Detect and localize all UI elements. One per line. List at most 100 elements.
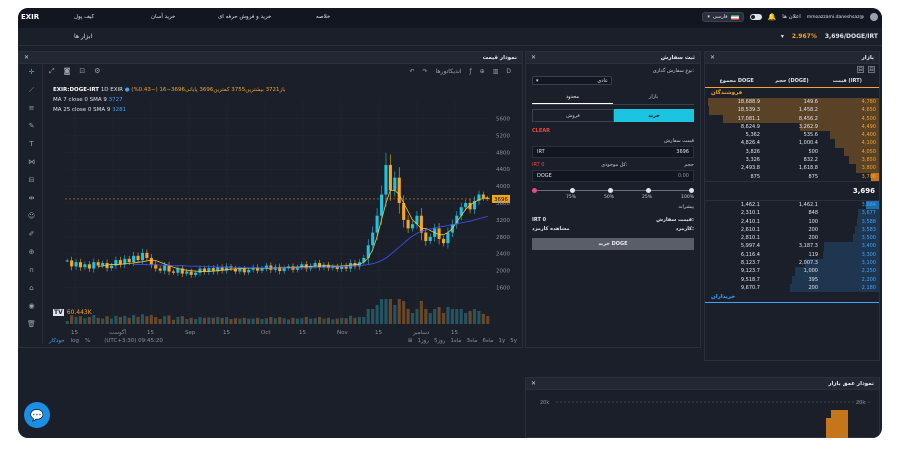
ask-row[interactable]: 18,688.9 149.6 4,780	[705, 98, 879, 107]
emoji-icon[interactable]: ☺	[27, 212, 36, 221]
bid-row[interactable]: 6,116.4 119 3,300	[705, 250, 879, 260]
volume-bar	[65, 321, 69, 324]
bid-row[interactable]: 2,810.1 200 3,500	[705, 234, 879, 243]
menu-summary[interactable]: خلاصه	[316, 14, 330, 20]
lock-icon[interactable]: ⌂	[27, 284, 36, 293]
goto-date-icon[interactable]: ⊞	[408, 338, 413, 344]
range-6m[interactable]: 6ماه	[482, 338, 493, 344]
pencil-icon[interactable]: ✐	[27, 230, 36, 239]
ask-row[interactable]: 5,362 535.6 4,400	[705, 131, 879, 140]
chat-button[interactable]: 💬	[24, 402, 50, 428]
trendline-icon[interactable]: ⟋	[27, 86, 36, 95]
slider-stop-50[interactable]	[608, 188, 613, 193]
chart-area[interactable]: ⤢ ◙ ⊡ ⚙ ↶ ↷ اندیکاتورها ƒ ⊕ ▥ D EXIR:DOG…	[45, 64, 521, 348]
scale-log[interactable]: log	[71, 338, 79, 344]
menu-wallet[interactable]: کیف پول	[74, 14, 94, 20]
close-icon[interactable]: ✕	[531, 380, 536, 387]
ask-row[interactable]: 3,326 832.2 3,850	[705, 156, 879, 165]
menu-easy-buy[interactable]: خرید آسان	[151, 14, 175, 20]
candle-body	[198, 268, 202, 273]
ticker[interactable]: ▾ 2.967% 3,696/DOGE/IRT	[781, 33, 878, 40]
tab-market[interactable]: بازار	[613, 91, 694, 104]
text-icon[interactable]: T	[27, 140, 36, 149]
ask-row[interactable]: 875 875 3,706	[705, 172, 879, 181]
range-5d[interactable]: 5روز	[434, 338, 445, 344]
ask-row[interactable]: 2,493.8 1,618.8 3,800	[705, 164, 879, 173]
bid-row[interactable]: 1,462.1 1,462.1 3,684	[705, 200, 879, 210]
volume-bar	[114, 315, 118, 324]
language-select[interactable]: ▾ فارسی	[702, 12, 744, 22]
slider-stop-100[interactable]	[689, 188, 694, 193]
close-icon[interactable]: ✕	[24, 54, 29, 61]
volume-bar	[145, 316, 149, 324]
ask-row[interactable]: 3,826 500 4,050	[705, 147, 879, 157]
bid-row[interactable]: 9,670.7 200 2,180	[705, 283, 879, 293]
tab-limit[interactable]: محدود	[532, 91, 613, 104]
measure-icon[interactable]: ⇹	[27, 194, 36, 203]
ask-vol: 8,456.2	[798, 115, 818, 122]
tools-menu[interactable]: ابزار ها	[74, 33, 92, 40]
price-chart-svg[interactable]: 3696 56005200480044004000360032002800240…	[45, 64, 521, 348]
ask-vol: 3,262.9	[798, 123, 818, 130]
fee-link[interactable]: مشاهده کارمزد	[532, 225, 570, 234]
bid-row[interactable]: 2,610.1 200 3,583	[705, 225, 879, 235]
amount-slider[interactable]: 75% 50% 25% 100%	[532, 186, 694, 202]
crosshair-icon[interactable]: ✛	[27, 68, 36, 77]
close-icon[interactable]: ✕	[710, 54, 715, 61]
range-3m[interactable]: 3ماه	[466, 338, 477, 344]
bid-row[interactable]: 2,310.1 848 3,677	[705, 209, 879, 218]
username[interactable]: mmoazzami.daneshsaz@	[807, 15, 864, 20]
ask-row[interactable]: 17,081.1 8,456.2 4,500	[705, 114, 879, 123]
candle-body	[397, 177, 401, 203]
bid-vol: 200	[808, 235, 818, 242]
scale-percent[interactable]: %	[85, 338, 90, 344]
notifications-link[interactable]: اعلان ها	[782, 14, 800, 20]
chart-panel-title: نمودار قیمت	[482, 54, 517, 61]
range-1y[interactable]: 1y	[498, 338, 505, 344]
zoom-in-icon[interactable]: ⊕	[27, 248, 36, 257]
bid-row[interactable]: 8,123.7 2,007.3 3,100	[705, 259, 879, 268]
view-both-icon[interactable]: ⊟	[857, 66, 864, 73]
volume-bar	[464, 313, 468, 324]
candle-body	[428, 236, 432, 242]
scale-auto[interactable]: خودکار	[49, 338, 65, 344]
theme-toggle[interactable]	[749, 14, 762, 20]
bid-vol: 395	[808, 276, 818, 283]
ask-row[interactable]: 18,539.3 1,458.2 4,650	[705, 106, 879, 115]
avatar[interactable]	[870, 13, 878, 21]
clear-button[interactable]: CLEAR	[532, 128, 694, 134]
bid-row[interactable]: 5,997.4 3,187.3 3,400	[705, 242, 879, 251]
depth-chart-svg[interactable]: 20k 20k	[526, 390, 881, 438]
range-1d[interactable]: 1روز	[417, 338, 428, 344]
range-5y[interactable]: 5y	[510, 338, 517, 344]
price-input[interactable]: IRT 3696	[532, 146, 694, 158]
menu-pro-trade[interactable]: خرید و فروش حرفه ای	[218, 14, 271, 20]
range-1m[interactable]: 1ماه	[450, 338, 461, 344]
slider-stop-75[interactable]	[646, 188, 651, 193]
hlines-icon[interactable]: ≡	[27, 104, 36, 113]
bell-icon[interactable]: 🔔	[768, 13, 777, 21]
ruler-icon[interactable]: ⊟	[27, 176, 36, 185]
view-asks-icon[interactable]: ⊟	[868, 66, 875, 73]
close-icon[interactable]: ✕	[531, 54, 536, 61]
trash-icon[interactable]: 🗑	[27, 320, 36, 329]
slider-handle[interactable]	[532, 188, 537, 193]
bid-row[interactable]: 9,518.7 395 2,200	[705, 275, 879, 284]
magnet-icon[interactable]: ∩	[27, 266, 36, 275]
buy-submit-button[interactable]: خرید DOGE	[532, 238, 694, 250]
volume-bar	[189, 317, 193, 324]
pattern-icon[interactable]: ⋈	[27, 158, 36, 167]
order-type-select[interactable]: ▾ عادی	[532, 76, 612, 85]
bid-row[interactable]: 9,123.7 1,000 2,250	[705, 267, 879, 276]
ask-row[interactable]: 4,826.4 1,000.4 4,100	[705, 139, 879, 148]
volume-bar	[287, 319, 291, 324]
volume-input[interactable]: DOGE 0.00	[532, 170, 694, 182]
eye-icon[interactable]: ◉	[27, 302, 36, 311]
sell-tab[interactable]: فروش	[532, 109, 614, 122]
buy-tab[interactable]: خرید	[614, 109, 694, 122]
clock: (UTC+3:30) 09:45:20	[104, 338, 163, 344]
slider-stop-25[interactable]	[570, 188, 575, 193]
bid-row[interactable]: 2,410.1 100 3,588	[705, 217, 879, 226]
brush-icon[interactable]: ✎	[27, 122, 36, 131]
ask-row[interactable]: 8,624.9 3,262.9 4,490	[705, 122, 879, 132]
